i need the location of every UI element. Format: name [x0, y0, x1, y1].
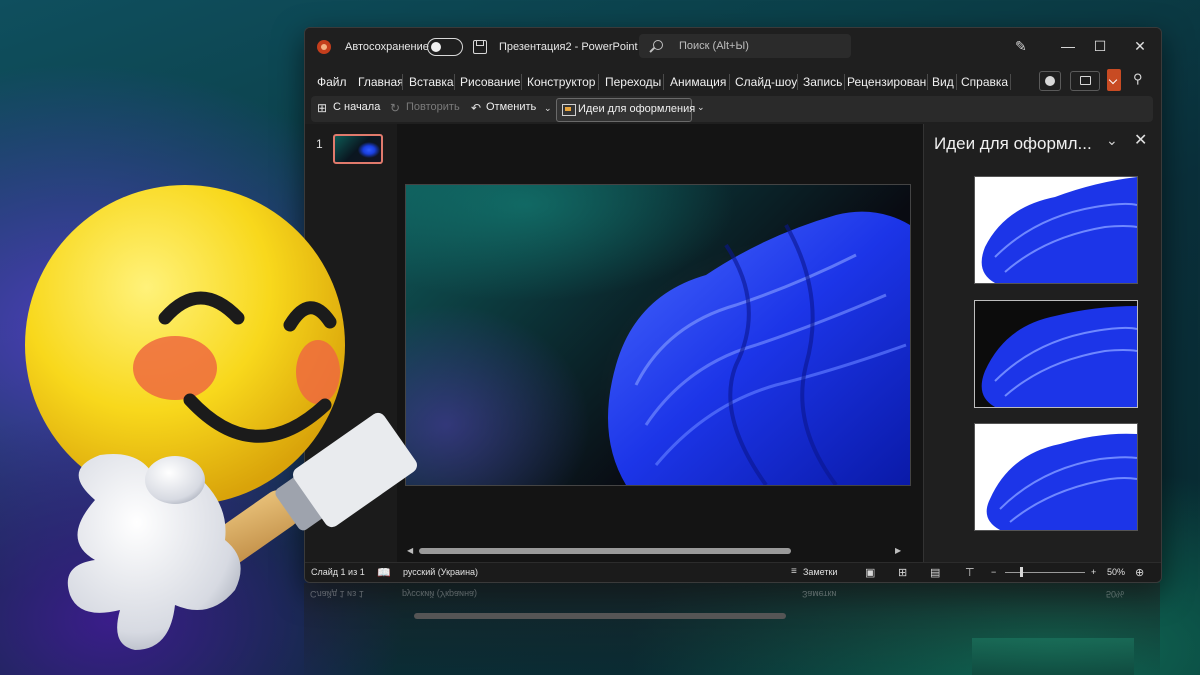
slideshow-icon[interactable]: ⊤ — [965, 566, 975, 579]
tab-separator — [521, 74, 522, 90]
normal-view-icon[interactable]: ▣ — [865, 566, 875, 579]
close-button[interactable]: ✕ — [1125, 36, 1155, 56]
comment-icon[interactable] — [1070, 71, 1100, 91]
undo-icon: ↶ — [471, 101, 482, 115]
design-idea-preview — [981, 306, 1137, 407]
notes-icon: ≡ — [791, 566, 797, 577]
scrollbar-thumb[interactable] — [419, 548, 791, 554]
search-box[interactable]: Поиск (Alt+Ы) — [639, 34, 851, 58]
tab-transitions[interactable]: Переходы — [605, 75, 661, 89]
glove-thumb — [145, 456, 205, 504]
minimize-button[interactable]: — — [1053, 36, 1083, 56]
tab-separator — [663, 74, 664, 90]
design-idea-preview — [981, 177, 1137, 283]
zoom-slider-track[interactable] — [1005, 572, 1085, 573]
tab-separator — [927, 74, 928, 90]
reading-view-icon[interactable]: ▤ — [930, 566, 940, 579]
fit-to-window-icon[interactable]: ⊕ — [1135, 566, 1144, 579]
design-idea-card[interactable] — [974, 176, 1138, 284]
tab-separator — [1010, 74, 1011, 90]
zoom-slider-thumb[interactable] — [1020, 567, 1023, 577]
tab-separator — [956, 74, 957, 90]
pen-icon[interactable]: ✎ — [1015, 38, 1029, 54]
bloom-wallpaper-image — [596, 211, 910, 485]
design-ideas-icon — [562, 104, 576, 116]
design-idea-card[interactable] — [974, 300, 1138, 408]
tab-review[interactable]: Рецензирован — [847, 75, 926, 89]
share-dropdown-button[interactable] — [1107, 69, 1121, 91]
tab-view[interactable]: Вид — [932, 75, 954, 89]
search-placeholder: Поиск (Alt+Ы) — [679, 40, 749, 52]
reflection-scrollbar — [414, 613, 786, 619]
close-icon[interactable]: ✕ — [1134, 130, 1147, 150]
left-cheek — [133, 336, 217, 400]
tab-separator — [797, 74, 798, 90]
tab-separator — [598, 74, 599, 90]
design-ideas-label: Идеи для оформления — [578, 103, 696, 115]
tab-separator — [844, 74, 845, 90]
customize-toolbar-chevron-icon[interactable]: ⌄ — [697, 102, 705, 113]
smiling-emoji-with-paintbrush-illustration — [25, 185, 417, 650]
scroll-right-icon[interactable]: ▶ — [895, 546, 901, 555]
tab-separator — [729, 74, 730, 90]
slide-sorter-icon[interactable]: ⊞ — [898, 566, 907, 579]
tab-animations[interactable]: Анимация — [670, 75, 726, 89]
coauthoring-icon[interactable]: ⚲ — [1133, 71, 1149, 87]
reflection-zoom: 50% — [1106, 589, 1125, 599]
tab-slideshow[interactable]: Слайд-шоу — [735, 75, 797, 89]
designer-pane-title: Идеи для оформл... — [934, 134, 1092, 153]
search-icon — [653, 40, 663, 50]
design-idea-card[interactable] — [974, 423, 1138, 531]
slide-editor: ◀ ▶ — [397, 124, 923, 562]
reflection-notes: Заметки — [802, 589, 837, 599]
chevron-down-icon[interactable]: ⌄ — [1106, 132, 1118, 149]
tab-help[interactable]: Справка — [961, 75, 1008, 89]
zoom-out-icon[interactable]: − — [991, 567, 996, 577]
zoom-level[interactable]: 50% — [1107, 567, 1125, 577]
undo-button[interactable]: Отменить — [486, 101, 536, 113]
undo-dropdown-chevron-icon[interactable]: ⌄ — [544, 103, 552, 114]
zoom-in-icon[interactable]: + — [1091, 567, 1096, 577]
design-idea-preview — [986, 433, 1137, 530]
slide-canvas[interactable] — [405, 184, 911, 486]
document-title[interactable]: Презентация2 - PowerPoint — [499, 41, 638, 53]
save-icon[interactable] — [473, 40, 487, 54]
right-cheek — [296, 340, 340, 404]
maximize-button[interactable]: ☐ — [1085, 36, 1115, 56]
notes-button[interactable]: Заметки — [803, 567, 837, 577]
horizontal-scrollbar[interactable]: ◀ ▶ — [397, 542, 923, 560]
tab-design[interactable]: Конструктор — [527, 75, 595, 89]
record-icon[interactable] — [1039, 71, 1061, 91]
tab-draw[interactable]: Рисование — [460, 75, 520, 89]
reflection-design-card — [972, 638, 1134, 675]
design-ideas-button[interactable]: Идеи для оформления — [556, 98, 696, 122]
designer-pane: Идеи для оформл... ⌄ ✕ — [923, 124, 1161, 562]
tab-record[interactable]: Запись — [803, 75, 842, 89]
